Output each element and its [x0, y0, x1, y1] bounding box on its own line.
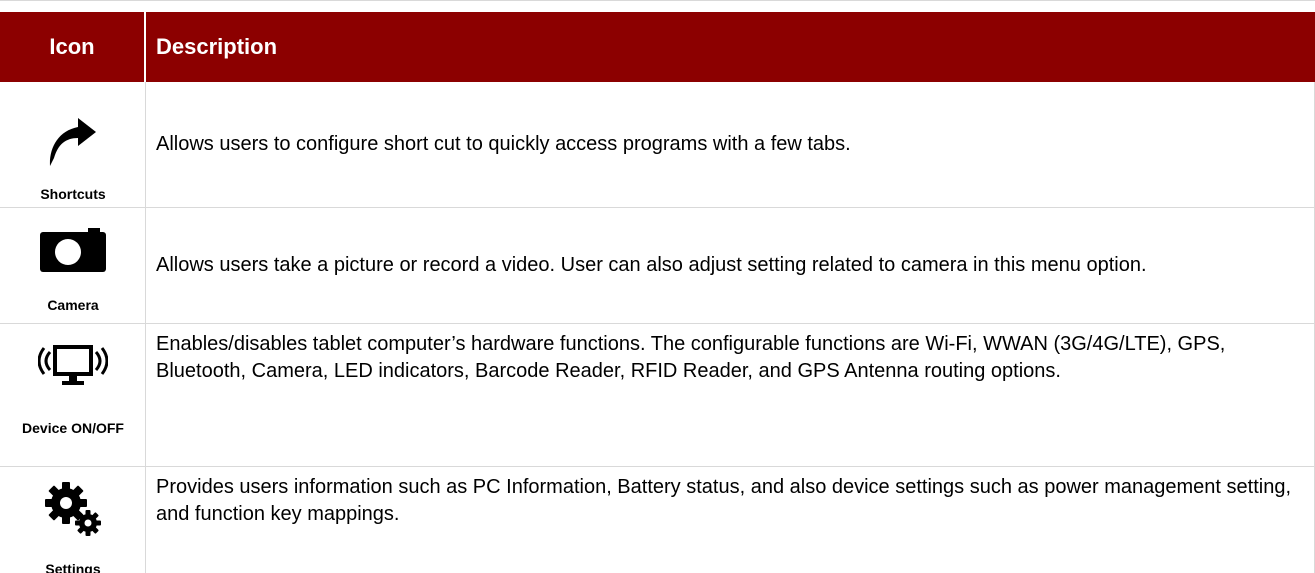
gears-icon	[0, 479, 146, 541]
header-icon-column: Icon	[0, 12, 146, 82]
table-row: Settings Provides users information such…	[0, 467, 1315, 573]
shortcut-arrow-icon	[0, 114, 146, 170]
table-row: Device ON/OFF Enables/disables tablet co…	[0, 324, 1315, 467]
description-text: Allows users to configure short cut to q…	[156, 133, 851, 155]
icon-label: Shortcuts	[40, 186, 106, 202]
camera-icon	[0, 228, 146, 274]
description-cell: Enables/disables tablet computer’s hardw…	[146, 324, 1315, 466]
monitor-wireless-icon	[0, 344, 146, 394]
description-cell: Allows users to configure short cut to q…	[146, 82, 1315, 207]
table-row: Camera Allows users take a picture or re…	[0, 208, 1315, 324]
icon-label: Camera	[47, 297, 99, 313]
icon-cell: Device ON/OFF	[0, 324, 146, 466]
description-cell: Provides users information such as PC In…	[146, 467, 1315, 573]
icon-cell: Settings	[0, 467, 146, 573]
description-text: Allows users take a picture or record a …	[156, 254, 1147, 276]
table-row: Shortcuts Allows users to configure shor…	[0, 82, 1315, 208]
description-text: Enables/disables tablet computer’s hardw…	[156, 333, 1226, 382]
table-header: Icon Description	[0, 12, 1315, 82]
top-rule	[0, 0, 1315, 1]
description-text: Provides users information such as PC In…	[156, 476, 1292, 525]
icon-label: Settings	[45, 561, 101, 573]
description-cell: Allows users take a picture or record a …	[146, 208, 1315, 323]
icon-cell: Camera	[0, 208, 146, 323]
icon-label: Device ON/OFF	[22, 420, 124, 436]
icon-cell: Shortcuts	[0, 82, 146, 207]
header-description-column: Description	[156, 34, 278, 59]
